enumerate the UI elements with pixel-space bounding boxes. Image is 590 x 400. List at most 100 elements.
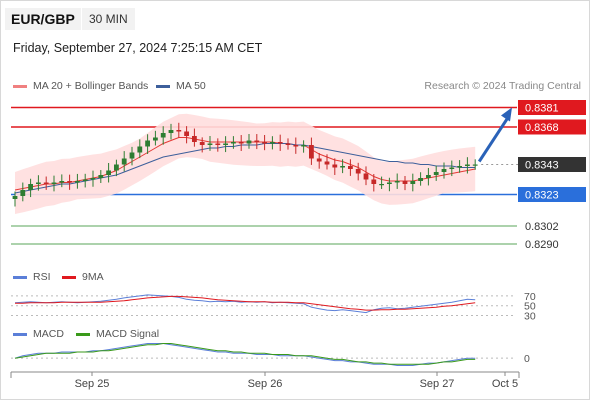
macd-series-line [14, 343, 476, 366]
legend-ma50: MA 50 [156, 80, 206, 92]
legend-9ma-label: 9MA [82, 271, 104, 283]
level-label-resistance: 0.8381 [525, 103, 559, 115]
legend-ma20-label: MA 20 + Bollinger Bands [33, 80, 149, 92]
candle-body [90, 178, 96, 180]
legend-ma20: MA 20 + Bollinger Bands [13, 80, 148, 92]
candle-body [12, 196, 18, 199]
ma9-swatch [62, 275, 76, 279]
forecast-arrow [477, 116, 510, 163]
level-label-support: 0.8290 [525, 239, 559, 251]
legend-9ma: 9MA [62, 271, 104, 283]
candle-body [285, 143, 291, 145]
candle-body [59, 181, 65, 183]
candle-body [114, 164, 119, 171]
candle-body [472, 164, 478, 166]
bollinger-band [15, 113, 476, 214]
timeframe-tab[interactable]: 30 MIN [82, 8, 135, 30]
candle-body [82, 179, 88, 181]
candle-body [449, 167, 455, 169]
candle-body [426, 175, 431, 178]
x-axis-tick-label: Oct 5 [492, 378, 518, 390]
candle-body [324, 161, 330, 165]
candle-body [215, 143, 221, 145]
candle-body [246, 140, 252, 144]
candle-body [387, 182, 392, 184]
candle-body [418, 178, 423, 181]
ma20-swatch [13, 84, 27, 88]
candle-body [184, 131, 189, 136]
datetime-label: Friday, September 27, 2024 7:25:15 AM CE… [13, 41, 263, 55]
candle-body [340, 166, 345, 168]
candle-body [28, 184, 33, 190]
candle-body [262, 142, 267, 144]
legend-macd: MACD [13, 328, 64, 340]
candle-body [270, 142, 275, 144]
candle-body [207, 143, 213, 145]
candle-body [20, 190, 26, 196]
candle-body [379, 184, 384, 186]
candle-body [316, 158, 322, 162]
candle-body [332, 164, 338, 168]
macd-signal-swatch [76, 332, 90, 336]
rsi-tick-label: 30 [524, 311, 536, 323]
candle-body [231, 142, 236, 144]
legend-rsi-label: RSI [33, 271, 51, 283]
candle-body [168, 130, 174, 133]
candle-body [394, 181, 400, 183]
legend-macd-signal: MACD Signal [76, 328, 159, 340]
legend-ma50-label: MA 50 [176, 80, 206, 92]
candle-body [441, 169, 447, 172]
candle-body [238, 142, 244, 144]
candle-body [457, 166, 462, 168]
x-axis-tick-label: Sep 26 [248, 378, 283, 390]
candle-body [75, 181, 80, 183]
candle-body [309, 145, 314, 159]
legend-macd-label: MACD [33, 328, 64, 340]
candle-body [36, 182, 41, 184]
candle-body [223, 143, 228, 145]
credit-text: Research © 2024 Trading Central [424, 80, 581, 92]
macd-tick-label: 0 [524, 353, 530, 365]
candle-body [137, 146, 143, 153]
candle-body [355, 169, 361, 174]
candle-body [301, 145, 306, 147]
level-label-support: 0.8302 [525, 221, 559, 233]
candle-body [106, 170, 111, 175]
candle-body [121, 158, 127, 165]
candle-body [192, 136, 197, 142]
candle-body [199, 142, 205, 145]
symbol-label: EUR/GBP [11, 11, 75, 27]
level-label-pivot: 0.8323 [525, 190, 559, 202]
candle-body [465, 164, 470, 166]
candle-body [433, 172, 439, 175]
candle-body [293, 145, 299, 147]
candle-body [402, 181, 408, 184]
candle-body [129, 152, 135, 159]
rsi-series-line [14, 294, 476, 314]
x-axis-tick-label: Sep 25 [75, 378, 110, 390]
x-axis-tick-label: Sep 27 [420, 378, 455, 390]
candle-body [67, 181, 72, 183]
chart-canvas: 0.83810.83680.83430.83230.83020.82907050… [0, 0, 590, 400]
candle-body [145, 140, 150, 147]
rsi-swatch [13, 275, 27, 279]
level-label-last_price: 0.8343 [525, 160, 559, 172]
candle-body [160, 133, 166, 138]
candle-body [371, 179, 377, 184]
ma50-swatch [156, 84, 170, 88]
candle-body [277, 142, 283, 144]
macd-series-line [14, 343, 476, 365]
candle-body [43, 182, 49, 184]
candle-body [98, 175, 104, 178]
candle-body [363, 173, 369, 180]
symbol-tab[interactable]: EUR/GBP [5, 8, 81, 30]
macd-swatch [13, 332, 27, 336]
candle-body [153, 137, 158, 141]
level-label-resistance: 0.8368 [525, 122, 559, 134]
timeframe-label: 30 MIN [89, 12, 128, 26]
legend-rsi: RSI [13, 271, 51, 283]
candle-body [254, 140, 260, 142]
candle-body [348, 166, 353, 169]
candle-body [176, 130, 182, 132]
candle-body [51, 182, 57, 184]
